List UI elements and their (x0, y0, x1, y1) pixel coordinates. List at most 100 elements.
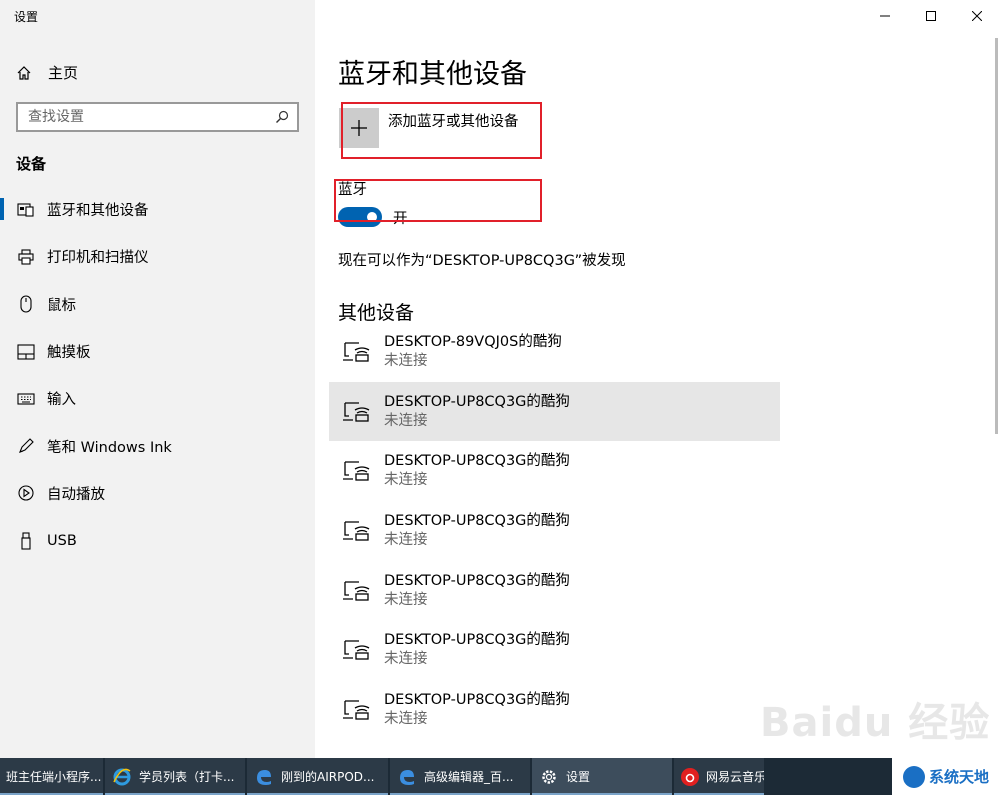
device-text: DESKTOP-UP8CQ3G的酷狗 未连接 (384, 572, 570, 610)
window-controls (862, 0, 1000, 32)
ie-icon (111, 766, 133, 788)
sidebar-item-label: USB (47, 532, 77, 549)
sidebar-item-printers[interactable]: 打印机和扫描仪 (0, 233, 315, 280)
close-button[interactable] (954, 0, 1000, 32)
device-text: DESKTOP-UP8CQ3G的酷狗 未连接 (384, 393, 570, 431)
device-status: 未连接 (384, 710, 428, 727)
device-status: 未连接 (384, 412, 428, 429)
audio-device-icon (341, 459, 373, 483)
sidebar-item-autoplay[interactable]: 自动播放 (0, 470, 315, 517)
window-title: 设置 (14, 10, 39, 24)
mouse-icon (16, 294, 36, 314)
device-item[interactable]: DESKTOP-UP8CQ3G的酷狗 未连接 (329, 680, 780, 740)
device-text: DESKTOP-UP8CQ3G的酷狗 未连接 (384, 631, 570, 669)
taskbar-item[interactable]: 班主任端小程序... (0, 758, 103, 795)
sidebar-item-mouse[interactable]: 鼠标 (0, 281, 315, 328)
sidebar-item-touchpad[interactable]: 触摸板 (0, 328, 315, 375)
taskbar-item[interactable]: 高级编辑器_百... (390, 758, 530, 795)
pen-icon (16, 436, 36, 456)
search-box[interactable] (16, 102, 299, 132)
audio-device-icon (341, 519, 373, 543)
device-item[interactable]: DESKTOP-UP8CQ3G的酷狗 未连接 (329, 381, 780, 442)
gear-icon (538, 766, 560, 788)
taskbar-item-label: 刚到的AIRPOD... (281, 770, 375, 784)
taskbar-item-label: 网易云音乐 (706, 770, 764, 784)
maximize-button[interactable] (908, 0, 954, 32)
brand-logo: 系统天地 (892, 758, 1000, 795)
usb-icon (16, 531, 36, 551)
home-label: 主页 (48, 64, 79, 82)
device-status: 未连接 (384, 472, 428, 489)
close-icon (972, 11, 982, 21)
brand-label: 系统天地 (928, 768, 989, 786)
device-text: DESKTOP-UP8CQ3G的酷狗 未连接 (384, 691, 570, 729)
taskbar-item[interactable]: 设置 (532, 758, 672, 795)
search-input[interactable] (18, 104, 258, 130)
sidebar-nav: 蓝牙和其他设备 打印机和扫描仪 鼠标 触摸板 输入 笔和 Windows Ink… (0, 186, 315, 564)
home-link[interactable]: 主页 (16, 62, 78, 83)
annotation-box (334, 179, 542, 222)
edge-icon (253, 766, 275, 788)
annotation-box (341, 102, 542, 159)
device-item[interactable]: DESKTOP-UP8CQ3G的酷狗 未连接 (329, 501, 780, 561)
touchpad-icon (16, 342, 36, 362)
edge-icon (396, 766, 418, 788)
other-devices-title: 其他设备 (338, 302, 415, 324)
sidebar-item-typing[interactable]: 输入 (0, 375, 315, 422)
device-item[interactable]: DESKTOP-UP8CQ3G的酷狗 未连接 (329, 561, 780, 621)
maximize-icon (926, 11, 936, 21)
home-icon (16, 65, 36, 81)
taskbar-item-label: 设置 (566, 770, 591, 784)
search-icon[interactable] (275, 109, 289, 128)
device-list: DESKTOP-89VQJ0S的酷狗 未连接 DESKTOP-UP8CQ3G的酷狗未… (329, 322, 780, 740)
audio-device-icon (341, 698, 373, 722)
sidebar-item-pen[interactable]: 笔和 Windows Ink (0, 422, 315, 469)
autoplay-icon (16, 483, 36, 503)
sidebar-item-label: 鼠标 (47, 297, 76, 314)
device-status: 未连接 (384, 651, 428, 668)
main-content: 蓝牙和其他设备 添加蓝牙或其他设备 蓝牙 开 现在可以作为“DESKTOP-UP… (315, 0, 1000, 758)
audio-device-icon (341, 340, 373, 364)
audio-device-icon (341, 400, 373, 424)
sidebar-item-label: 自动播放 (47, 486, 105, 503)
section-title: 设备 (16, 155, 47, 173)
sidebar-item-label: 触摸板 (47, 345, 91, 362)
device-name: DESKTOP-UP8CQ3G的酷狗 (384, 632, 570, 649)
taskbar-item-label: 班主任端小程序... (6, 770, 102, 784)
sidebar: 设置 主页 设备 蓝牙和其他设备 打印机和扫描仪 (0, 0, 315, 758)
printer-icon (16, 247, 36, 267)
page-title: 蓝牙和其他设备 (338, 59, 527, 90)
device-name: DESKTOP-89VQJ0S的酷狗 (384, 333, 562, 350)
sidebar-item-bluetooth[interactable]: 蓝牙和其他设备 (0, 186, 315, 233)
device-name: DESKTOP-UP8CQ3G的酷狗 (384, 512, 570, 529)
sidebar-item-label: 打印机和扫描仪 (47, 250, 149, 267)
device-name: DESKTOP-UP8CQ3G的酷狗 (384, 691, 570, 708)
sidebar-item-label: 笔和 Windows Ink (47, 439, 172, 456)
audio-device-icon (341, 579, 373, 603)
keyboard-icon (16, 389, 36, 409)
taskbar-item-label: 高级编辑器_百... (424, 770, 514, 784)
device-name: DESKTOP-UP8CQ3G的酷狗 (384, 572, 570, 589)
device-item[interactable]: DESKTOP-89VQJ0S的酷狗 未连接 (329, 322, 780, 382)
discoverable-text: 现在可以作为“DESKTOP-UP8CQ3G”被发现 (338, 253, 626, 269)
taskbar-item[interactable]: 学员列表（打卡... (105, 758, 245, 795)
device-status: 未连接 (384, 352, 428, 369)
device-text: DESKTOP-89VQJ0S的酷狗 未连接 (384, 333, 562, 371)
bluetooth-devices-icon (16, 200, 36, 220)
scrollbar[interactable] (995, 38, 998, 434)
device-name: DESKTOP-UP8CQ3G的酷狗 (384, 393, 570, 410)
sidebar-item-label: 蓝牙和其他设备 (47, 203, 149, 220)
taskbar-item-label: 学员列表（打卡... (139, 770, 235, 784)
audio-device-icon (341, 638, 373, 662)
device-item[interactable]: DESKTOP-UP8CQ3G的酷狗 未连接 (329, 441, 780, 501)
device-text: DESKTOP-UP8CQ3G的酷狗 未连接 (384, 452, 570, 490)
taskbar-item[interactable]: 网易云音乐 (674, 758, 764, 795)
sidebar-item-usb[interactable]: USB (0, 517, 315, 564)
device-item[interactable]: DESKTOP-UP8CQ3G的酷狗 未连接 (329, 620, 780, 680)
sidebar-item-label: 输入 (47, 392, 76, 409)
device-status: 未连接 (384, 531, 428, 548)
taskbar-item[interactable]: 刚到的AIRPOD... (247, 758, 388, 795)
device-name: DESKTOP-UP8CQ3G的酷狗 (384, 453, 570, 470)
minimize-button[interactable] (862, 0, 908, 32)
device-status: 未连接 (384, 591, 428, 608)
